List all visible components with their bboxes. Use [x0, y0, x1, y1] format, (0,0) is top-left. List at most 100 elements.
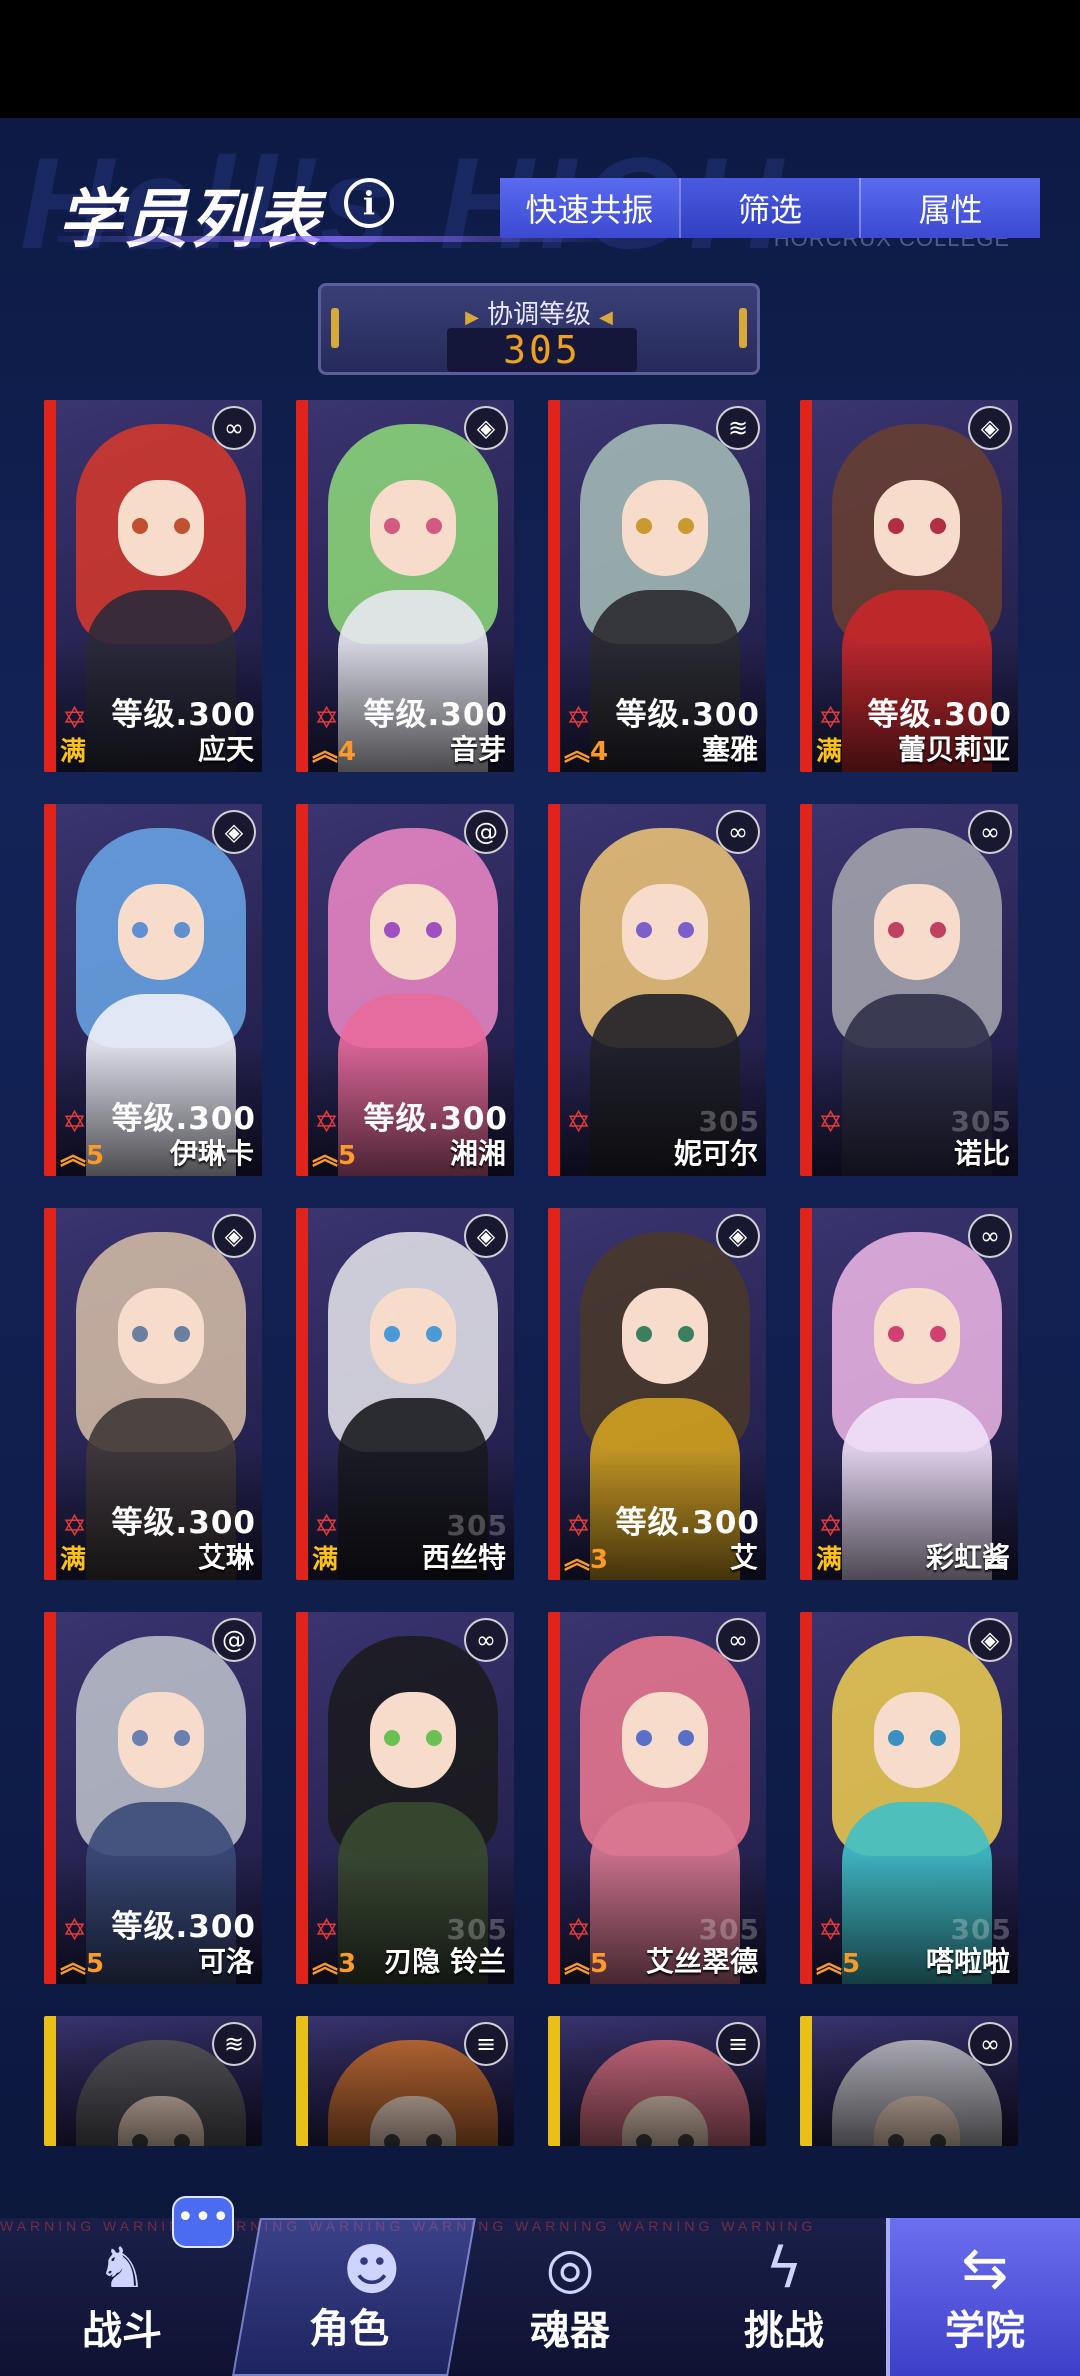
element-icon: ≡: [716, 2022, 760, 2066]
portrait-eye: [930, 518, 946, 534]
student-card[interactable]: ∞ ✡ 满 彩虹酱: [800, 1208, 1018, 1580]
student-rank: ︽5: [564, 1949, 609, 1979]
element-icon: ≋: [212, 2022, 256, 2066]
student-rank: ︽5: [312, 1141, 357, 1171]
element-icon: ∞: [464, 1618, 508, 1662]
portrait-eye: [678, 1326, 694, 1342]
rarity-stripe: [548, 1208, 560, 1580]
portrait-face: [370, 480, 456, 576]
student-rank: 满: [312, 1545, 339, 1575]
portrait-eye: [888, 1326, 904, 1342]
star-icon: ✡: [566, 1105, 592, 1140]
student-card[interactable]: ∞ ✡ 等级.300 满应天: [44, 400, 262, 772]
rank-chevron-icon: ︽: [60, 1141, 87, 1171]
nav-characters[interactable]: ☻ 角色: [232, 2218, 476, 2376]
arrow-left-icon: ◀: [599, 307, 613, 328]
element-icon: ◈: [968, 1618, 1012, 1662]
rarity-stripe: [296, 1208, 308, 1580]
rank-chevron-icon: ︽: [312, 1949, 339, 1979]
student-name: 湘湘: [449, 1137, 506, 1170]
student-card[interactable]: ◈ ✡ 305 ︽5 嗒啦啦: [800, 1612, 1018, 1984]
rank-chevron-icon: ︽: [816, 1949, 843, 1979]
student-card[interactable]: @ ✡ 等级.300 ︽5 可洛: [44, 1612, 262, 1984]
nav-challenge[interactable]: ϟ 挑战: [676, 2218, 892, 2376]
student-card[interactable]: ∞ ✡ 305 妮可尔: [548, 804, 766, 1176]
student-card[interactable]: @ ✡ 等级.300 ︽5 湘湘: [296, 804, 514, 1176]
star-icon: ✡: [566, 1509, 592, 1544]
student-rank: ︽5: [60, 1949, 105, 1979]
filter-button[interactable]: 筛选: [678, 178, 860, 238]
rarity-stripe: [800, 2016, 812, 2146]
nav-soul-vessel[interactable]: ◎ 魂器: [462, 2218, 678, 2376]
student-card[interactable]: ∞: [800, 2016, 1018, 2146]
student-card[interactable]: ◈ ✡ 等级.300 ︽3 艾: [548, 1208, 766, 1580]
star-icon: ✡: [62, 1105, 88, 1140]
portrait-eye: [636, 518, 652, 534]
student-card[interactable]: ≡: [548, 2016, 766, 2146]
rank-chevron-icon: ︽: [564, 1949, 591, 1979]
student-card[interactable]: ≋ ✡ 等级.300 ︽4 塞雅: [548, 400, 766, 772]
rarity-stripe: [44, 804, 56, 1176]
portrait-eye: [132, 1326, 148, 1342]
element-icon: @: [464, 810, 508, 854]
student-name: 妮可尔: [673, 1137, 758, 1170]
rarity-stripe: [800, 400, 812, 772]
rarity-stripe: [548, 400, 560, 772]
star-icon: ✡: [314, 1105, 340, 1140]
student-name: 彩虹酱: [925, 1541, 1010, 1574]
portrait-eye: [174, 1326, 190, 1342]
student-name: 可洛: [197, 1945, 254, 1978]
nav-academy-label: 学院: [945, 2308, 1025, 2354]
element-icon: ∞: [212, 406, 256, 450]
student-card[interactable]: ∞ ✡ 305 ︽5 艾丝翠德: [548, 1612, 766, 1984]
portrait-eye: [174, 1730, 190, 1746]
rank-chevron-icon: ︽: [312, 737, 339, 767]
portrait-eye: [678, 1730, 694, 1746]
portrait-face: [622, 1288, 708, 1384]
element-icon: ∞: [716, 1618, 760, 1662]
student-card[interactable]: ∞ ✡ 305 诺比: [800, 804, 1018, 1176]
student-card[interactable]: ◈ ✡ 等级.300 ︽4 音芽: [296, 400, 514, 772]
student-card[interactable]: ◈ ✡ 305 满西丝特: [296, 1208, 514, 1580]
rank-chevron-icon: ︽: [564, 737, 591, 767]
student-card[interactable]: ◈ ✡ 等级.300 ︽5 伊琳卡: [44, 804, 262, 1176]
battle-icon: ♞: [96, 2236, 148, 2301]
rarity-stripe: [296, 2016, 308, 2146]
rarity-stripe: [548, 1612, 560, 1984]
sync-level-panel: ▶ 协调等级 ◀ 305: [318, 283, 760, 375]
characters-icon: ☻: [342, 2238, 402, 2303]
soul-vessel-icon: ◎: [545, 2236, 595, 2301]
star-icon: ✡: [314, 1509, 340, 1544]
student-name: 蕾贝莉亚: [897, 733, 1010, 766]
chat-icon[interactable]: •••: [172, 2196, 234, 2248]
nav-soul-vessel-label: 魂器: [530, 2308, 610, 2354]
rarity-stripe: [548, 804, 560, 1176]
student-card[interactable]: ≋: [44, 2016, 262, 2146]
student-rank: ︽5: [816, 1949, 861, 1979]
quick-resonance-button[interactable]: 快速共振: [500, 178, 679, 238]
portrait-eye: [636, 1326, 652, 1342]
student-card[interactable]: ◈ ✡ 等级.300 满艾琳: [44, 1208, 262, 1580]
student-name: 塞雅: [701, 733, 758, 766]
student-rank: ︽5: [60, 1141, 105, 1171]
student-card[interactable]: ∞ ✡ 305 ︽3 刃隐 铃兰: [296, 1612, 514, 1984]
academy-icon: ⇆: [961, 2236, 1009, 2301]
portrait-eye: [384, 922, 400, 938]
portrait-face: [118, 1692, 204, 1788]
student-rank: ︽4: [312, 737, 357, 767]
arrow-right-icon: ▶: [465, 307, 479, 328]
attribute-button[interactable]: 属性: [859, 178, 1041, 238]
nav-academy[interactable]: ⇆ 学院: [886, 2218, 1080, 2376]
portrait-eye: [132, 518, 148, 534]
status-bar: [0, 0, 1080, 118]
portrait-face: [874, 1288, 960, 1384]
student-card[interactable]: ≡: [296, 2016, 514, 2146]
student-rank: ︽3: [312, 1949, 357, 1979]
rarity-stripe: [44, 2016, 56, 2146]
student-rank: ︽3: [564, 1545, 609, 1575]
student-card[interactable]: ◈ ✡ 等级.300 满蕾贝莉亚: [800, 400, 1018, 772]
info-icon[interactable]: i: [344, 178, 394, 228]
element-icon: ≡: [464, 2022, 508, 2066]
portrait-eye: [930, 922, 946, 938]
portrait-face: [622, 1692, 708, 1788]
